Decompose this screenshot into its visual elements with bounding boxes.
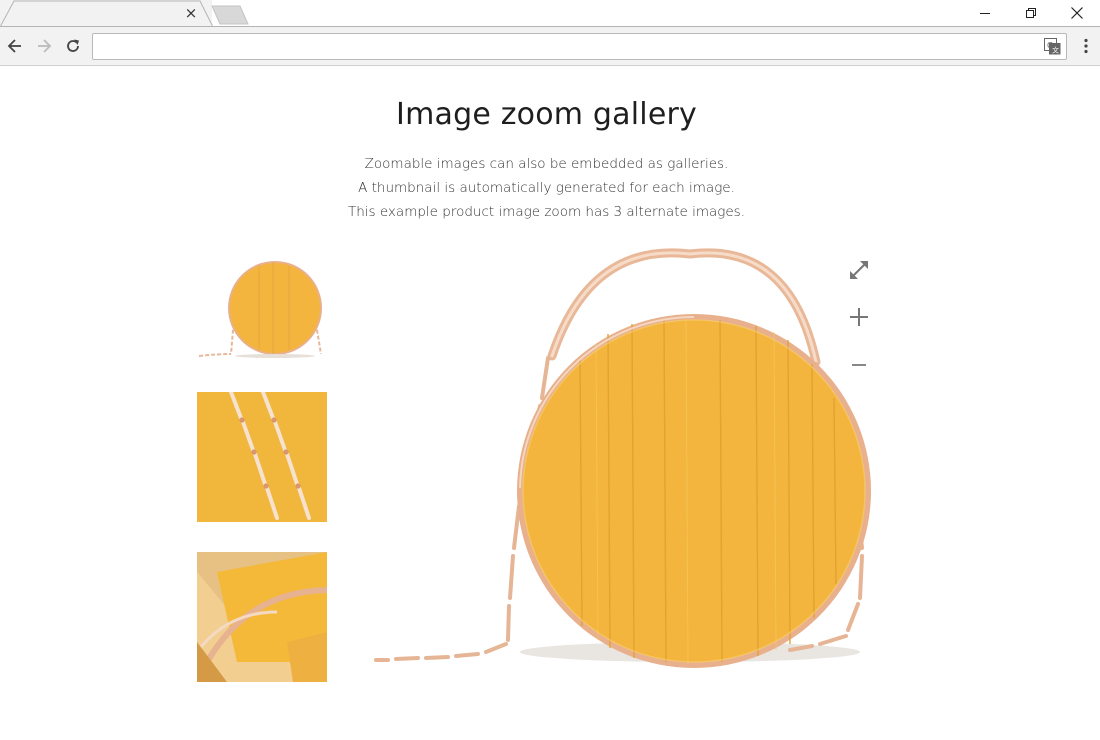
zoom-in-button[interactable] [846, 304, 872, 330]
bag-front-thumbnail-image [197, 250, 327, 380]
browser-menu-button[interactable] [1076, 35, 1096, 57]
svg-text:文: 文 [1052, 46, 1059, 55]
zoom-out-button[interactable] [846, 351, 872, 377]
thumbnail-bag-front[interactable] [197, 250, 327, 380]
forward-arrow-icon [38, 39, 52, 53]
back-arrow-icon [7, 39, 21, 53]
tab-strip: × [0, 0, 1100, 28]
minimize-icon [980, 12, 990, 14]
intro-text: Zoomable images can also be embedded as … [0, 152, 1093, 224]
minus-icon [852, 364, 866, 366]
tab-close-icon: × [184, 3, 198, 22]
close-icon [1071, 6, 1083, 19]
reload-icon [67, 39, 79, 52]
kebab-menu-icon [1084, 38, 1088, 54]
address-bar[interactable]: G 文 [92, 33, 1067, 60]
new-tab-button[interactable] [210, 5, 250, 25]
thumbnail-bag-interior[interactable] [197, 552, 327, 682]
forward-button[interactable] [33, 35, 55, 57]
expand-arrows-icon [850, 261, 868, 279]
fullscreen-button[interactable] [846, 257, 872, 283]
restore-icon [1026, 7, 1036, 18]
translate-icon[interactable]: G 文 [1044, 38, 1061, 55]
minimize-button[interactable] [962, 0, 1008, 25]
chain-detail-thumbnail-image [197, 392, 327, 522]
reload-button[interactable] [62, 35, 84, 57]
address-input[interactable] [99, 37, 1029, 56]
intro-line: This example product image zoom has 3 al… [347, 204, 745, 220]
bag-interior-thumbnail-image [197, 552, 327, 682]
intro-line: A thumbnail is automatically generated f… [358, 180, 735, 196]
window-close-button[interactable] [1054, 0, 1100, 25]
restore-button[interactable] [1008, 0, 1054, 25]
active-tab[interactable]: × [0, 0, 214, 28]
bag-main-image [360, 248, 900, 678]
intro-line: Zoomable images can also be embedded as … [364, 156, 729, 172]
browser-toolbar: G 文 [0, 27, 1100, 66]
main-zoom-image[interactable] [360, 248, 900, 678]
new-tab-icon [211, 5, 249, 25]
tab-close-button[interactable]: × [183, 4, 199, 22]
plus-icon [850, 308, 868, 326]
tab-shape [0, 0, 214, 28]
thumbnail-chain-detail[interactable] [197, 392, 327, 522]
page-title: Image zoom gallery [396, 97, 697, 132]
back-button[interactable] [4, 35, 26, 57]
